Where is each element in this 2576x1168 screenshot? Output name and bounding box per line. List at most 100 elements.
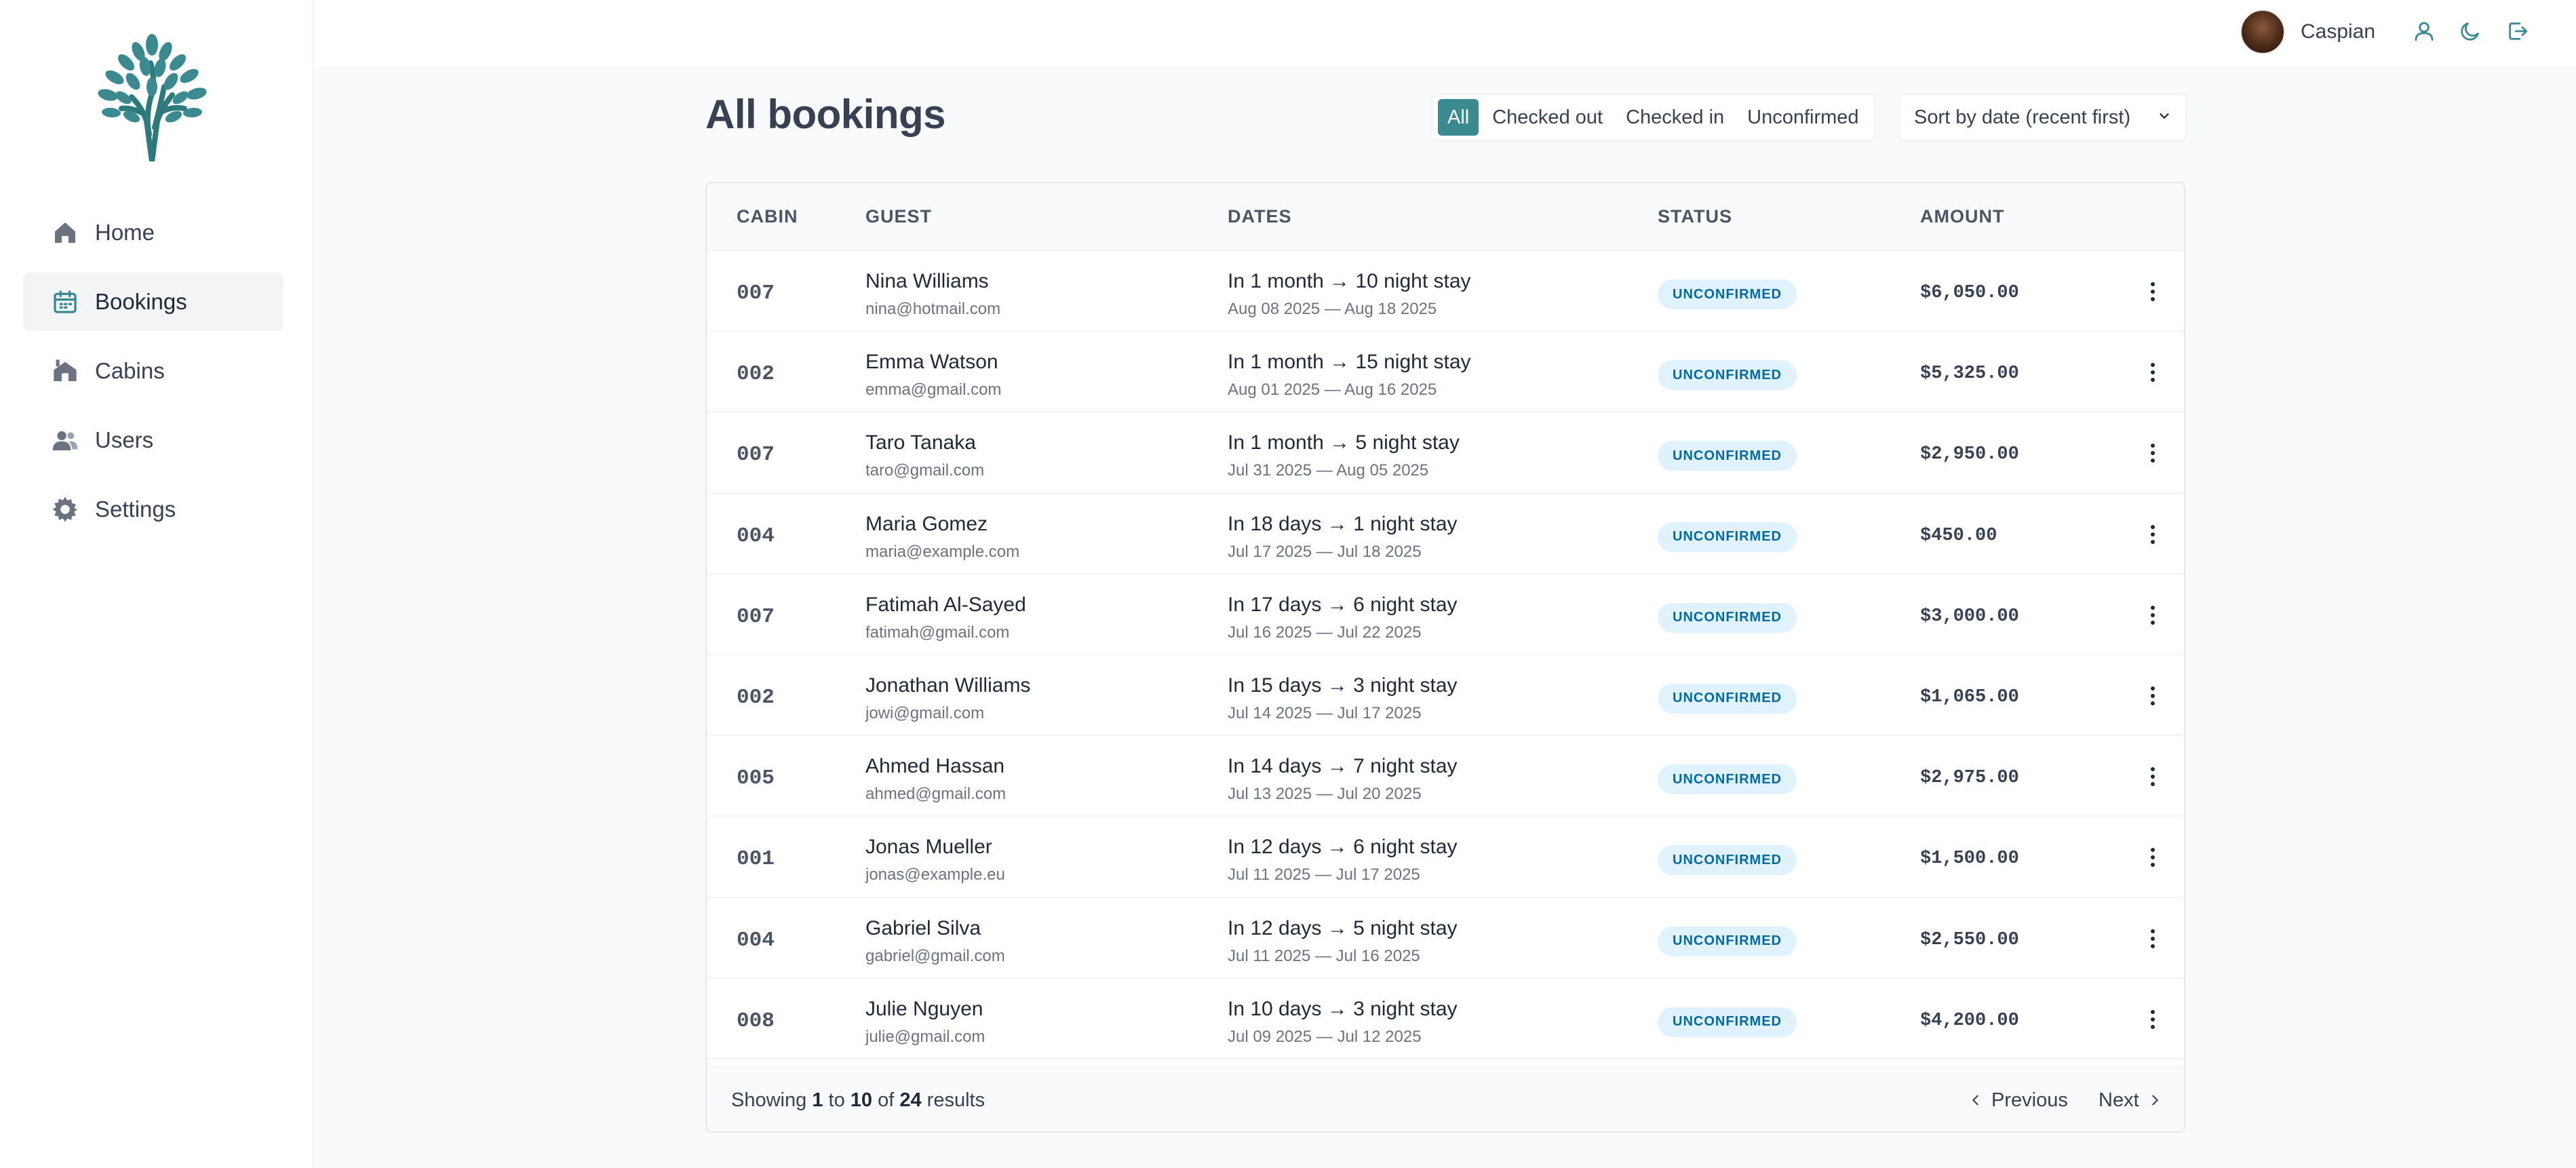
cabin-number: 002 [737,362,775,387]
status-badge: UNCONFIRMED [1658,522,1797,552]
guest-email: gabriel@gmail.com [865,946,1005,965]
guest-email: jonas@example.eu [865,865,1005,884]
sort-select-value: Sort by date (recent first) [1914,106,2131,128]
guest-name: Jonas Mueller [865,836,992,859]
avatar[interactable] [2240,9,2285,54]
guest-name: Emma Watson [865,351,998,374]
booking-amount: $2,550.00 [1920,929,2019,950]
sidebar-item-cabins[interactable]: Cabins [23,342,284,400]
dark-mode-toggle[interactable] [2455,18,2485,47]
table-body: 007 Nina Williams nina@hotmail.com In 1 mon… [707,251,2184,1059]
next-page-button[interactable]: Next [2099,1083,2162,1118]
guest-email: nina@hotmail.com [865,300,1001,318]
results-from: 1 [812,1089,823,1111]
cabin-number: 008 [737,1009,775,1033]
table-row: 002 Emma Watson emma@gmail.com In 1 month →… [707,332,2184,413]
guest-name: Ahmed Hassan [865,755,1005,778]
chevron-right-icon [2147,1093,2162,1108]
kebab-menu-icon [2151,686,2155,705]
results-summary: Showing 1 to 10 of 24 results [731,1089,985,1112]
guest-email: fatimah@gmail.com [865,623,1010,642]
user-name: Caspian [2301,20,2376,43]
booking-amount: $4,200.00 [1920,1010,2019,1031]
kebab-menu-icon [2151,363,2155,383]
table-row: 007 Fatimah Al-Sayed fatimah@gmail.com In 1… [707,575,2184,655]
dates-cell: In 1 month → 5 night stay Jul 31 2025 — A… [1228,431,1460,480]
guest-name: Taro Tanaka [865,431,976,454]
chevron-left-icon [1968,1093,1983,1108]
stay-summary: In 1 month → 10 night stay [1228,270,1471,292]
filter-checked-in-button[interactable]: Checked in [1616,99,1734,136]
table-row: 004 Maria Gomez maria@example.com In 18 day… [707,494,2184,575]
guest-email: julie@gmail.com [865,1027,985,1046]
sidebar-item-bookings[interactable]: Bookings [23,273,284,331]
date-range: Jul 31 2025 — Aug 05 2025 [1228,461,1429,480]
row-menu-button[interactable] [2139,842,2166,872]
gear-icon [52,496,79,523]
sort-select[interactable]: Sort by date (recent first) [1899,94,2187,141]
bookings-table: CABIN GUEST DATES STATUS AMOUNT 007 Nina … [705,182,2185,1133]
user-icon [2413,20,2436,46]
row-menu-button[interactable] [2139,357,2166,387]
showing-prefix: Showing [731,1089,807,1111]
cabin-icon [52,357,79,385]
sidebar-item-users[interactable]: Users [23,411,284,469]
logout-button[interactable] [2503,18,2533,47]
status-badge: UNCONFIRMED [1658,441,1797,471]
filter-unconfirmed-button[interactable]: Unconfirmed [1738,99,1868,136]
account-button[interactable] [2409,18,2439,47]
sidebar-item-settings[interactable]: Settings [23,480,284,539]
row-menu-button[interactable] [2139,520,2166,549]
guest-name: Nina Williams [865,270,989,292]
guest-email: emma@gmail.com [865,381,1002,400]
column-header-cabin: CABIN [737,206,798,227]
dates-cell: In 18 days → 1 night stay Jul 17 2025 — J… [1228,513,1458,562]
kebab-menu-icon [2151,282,2155,301]
row-menu-button[interactable] [2139,681,2166,711]
kebab-menu-icon [2151,605,2155,625]
date-range: Jul 13 2025 — Jul 20 2025 [1228,785,1422,804]
table-header: CABIN GUEST DATES STATUS AMOUNT [707,183,2184,251]
previous-page-button[interactable]: Previous [1968,1083,2068,1118]
status-badge: UNCONFIRMED [1658,926,1797,956]
guest-email: taro@gmail.com [865,461,985,480]
table-row: 001 Jonas Mueller jonas@example.eu In 12 da… [707,817,2184,898]
filter-checked-out-button[interactable]: Checked out [1483,99,1612,136]
booking-amount: $6,050.00 [1920,283,2019,303]
row-menu-button[interactable] [2139,277,2166,307]
of-word: of [878,1089,895,1111]
date-range: Aug 08 2025 — Aug 18 2025 [1228,300,1437,318]
table-row: 004 Gabriel Silva gabriel@gmail.com In 12 d… [707,898,2184,979]
previous-label: Previous [1991,1089,2068,1111]
dates-cell: In 14 days → 7 night stay Jul 13 2025 — J… [1228,755,1458,804]
stay-summary: In 14 days → 7 night stay [1228,755,1458,778]
sidebar-item-home[interactable]: Home [23,203,284,262]
row-menu-button[interactable] [2139,1005,2166,1034]
booking-amount: $1,500.00 [1920,849,2019,870]
row-menu-button[interactable] [2139,438,2166,468]
dates-cell: In 1 month → 15 night stay Aug 01 2025 — … [1228,351,1471,400]
cabin-number: 007 [737,604,775,629]
column-header-status: STATUS [1658,206,1732,227]
filter-all-button[interactable]: All [1438,99,1479,136]
kebab-menu-icon [2151,929,2155,948]
guest-email: maria@example.com [865,542,1020,561]
sidebar-item-label: Settings [95,497,176,522]
top-header [314,0,2576,69]
row-menu-button[interactable] [2139,924,2166,954]
stay-summary: In 10 days → 3 night stay [1228,997,1458,1020]
column-header-guest: GUEST [865,206,933,227]
booking-amount: $3,000.00 [1920,606,2019,627]
row-menu-button[interactable] [2139,762,2166,792]
status-badge: UNCONFIRMED [1658,1007,1797,1037]
next-label: Next [2099,1089,2139,1111]
sidebar-item-label: Home [95,220,155,245]
date-range: Aug 01 2025 — Aug 16 2025 [1228,381,1437,400]
results-suffix: results [926,1089,985,1111]
row-menu-button[interactable] [2139,600,2166,630]
table-row: 007 Nina Williams nina@hotmail.com In 1 mon… [707,251,2184,332]
users-icon [52,427,79,454]
guest-cell: Taro Tanaka taro@gmail.com [865,431,984,480]
date-range: Jul 14 2025 — Jul 17 2025 [1228,703,1422,722]
column-header-dates: DATES [1228,206,1292,227]
